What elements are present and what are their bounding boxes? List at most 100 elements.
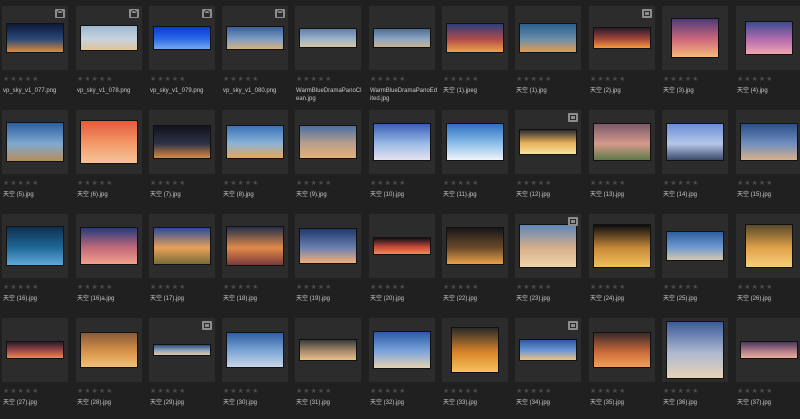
thumbnail-tile[interactable] (149, 110, 215, 174)
thumbnail-image[interactable] (519, 23, 577, 53)
star-rating[interactable]: ★★★★★ (370, 388, 406, 396)
thumbnail-image[interactable] (373, 237, 431, 255)
thumbnail-image[interactable] (6, 226, 64, 266)
star-rating[interactable]: ★★★★★ (737, 284, 773, 292)
thumbnail-image[interactable] (153, 26, 211, 50)
thumbnail-image[interactable] (666, 321, 724, 379)
thumbnail-image[interactable] (299, 125, 357, 159)
star-rating[interactable]: ★★★★★ (223, 284, 259, 292)
thumbnail-tile[interactable] (149, 318, 215, 382)
thumbnail-cell[interactable]: ★★★★★ 天空 (35).jpg (589, 318, 655, 419)
thumbnail-cell[interactable]: ★★★★★ 天空 (27).jpg (2, 318, 68, 419)
star-rating[interactable]: ★★★★★ (370, 180, 406, 188)
thumbnail-image[interactable] (593, 123, 651, 161)
thumbnail-tile[interactable] (149, 6, 215, 70)
thumbnail-cell[interactable]: ★★★★★ 天空 (33).jpg (442, 318, 508, 419)
thumbnail-image[interactable] (299, 228, 357, 264)
thumbnail-tile[interactable] (222, 6, 288, 70)
thumbnail-cell[interactable]: ★★★★★ 天空 (34).jpg (515, 318, 581, 419)
thumbnail-image[interactable] (740, 341, 798, 359)
thumbnail-tile[interactable] (515, 110, 581, 174)
thumbnail-cell[interactable]: ★★★★★ WarmBlueDramaPanoClean.jpg (295, 6, 361, 107)
thumbnail-tile[interactable] (442, 318, 508, 382)
thumbnail-tile[interactable] (736, 214, 800, 278)
thumbnail-tile[interactable] (76, 6, 142, 70)
thumbnail-tile[interactable] (222, 318, 288, 382)
thumbnail-tile[interactable] (295, 110, 361, 174)
thumbnail-cell[interactable]: ★★★★★ 天空 (6).jpg (76, 110, 142, 211)
thumbnail-tile[interactable] (76, 214, 142, 278)
thumbnail-image[interactable] (446, 123, 504, 161)
thumbnail-image[interactable] (446, 227, 504, 265)
thumbnail-image[interactable] (80, 120, 138, 164)
thumbnail-tile[interactable] (295, 6, 361, 70)
thumbnail-image[interactable] (80, 332, 138, 368)
thumbnail-tile[interactable] (662, 318, 728, 382)
star-rating[interactable]: ★★★★★ (223, 180, 259, 188)
thumbnail-tile[interactable] (442, 214, 508, 278)
thumbnail-cell[interactable]: ★★★★★ 天空 (22).jpg (442, 214, 508, 315)
thumbnail-image[interactable] (671, 18, 719, 58)
star-rating[interactable]: ★★★★★ (223, 388, 259, 396)
thumbnail-cell[interactable]: ★★★★★ 天空 (1).jpg (515, 6, 581, 107)
thumbnail-image[interactable] (153, 344, 211, 356)
thumbnail-cell[interactable]: ★★★★★ 天空 (29).jpg (149, 318, 215, 419)
thumbnail-cell[interactable]: ★★★★★ WarmBlueDramaPanoEdited.jpg (369, 6, 437, 107)
thumbnail-tile[interactable] (2, 6, 68, 70)
thumbnail-tile[interactable] (222, 214, 288, 278)
thumbnail-cell[interactable]: ★★★★★ 天空 (12).jpg (515, 110, 581, 211)
thumbnail-tile[interactable] (589, 110, 655, 174)
star-rating[interactable]: ★★★★★ (590, 284, 626, 292)
star-rating[interactable]: ★★★★★ (516, 180, 552, 188)
thumbnail-tile[interactable] (369, 110, 435, 174)
thumbnail-cell[interactable]: ★★★★★ 天空 (4).jpg (736, 6, 800, 107)
thumbnail-image[interactable] (593, 27, 651, 49)
thumbnail-tile[interactable] (369, 6, 435, 70)
thumbnail-image[interactable] (226, 26, 284, 50)
thumbnail-image[interactable] (373, 123, 431, 161)
thumbnail-tile[interactable] (736, 110, 800, 174)
star-rating[interactable]: ★★★★★ (516, 284, 552, 292)
thumbnail-tile[interactable] (589, 6, 655, 70)
thumbnail-cell[interactable]: ★★★★★ 天空 (36).jpg (662, 318, 728, 419)
thumbnail-cell[interactable]: ★★★★★ 天空 (31).jpg (295, 318, 361, 419)
star-rating[interactable]: ★★★★★ (663, 388, 699, 396)
thumbnail-cell[interactable]: ★★★★★ vp_sky_v1_080.png (222, 6, 288, 107)
thumbnail-tile[interactable] (515, 6, 581, 70)
thumbnail-tile[interactable] (369, 318, 435, 382)
star-rating[interactable]: ★★★★★ (590, 388, 626, 396)
thumbnail-cell[interactable]: ★★★★★ 天空 (11).jpg (442, 110, 508, 211)
star-rating[interactable]: ★★★★★ (443, 76, 479, 84)
thumbnail-image[interactable] (80, 25, 138, 51)
thumbnail-cell[interactable]: ★★★★★ 天空 (15).jpg (736, 110, 800, 211)
thumbnail-tile[interactable] (589, 214, 655, 278)
thumbnail-image[interactable] (6, 122, 64, 162)
thumbnail-tile[interactable] (515, 318, 581, 382)
star-rating[interactable]: ★★★★★ (516, 76, 552, 84)
thumbnail-tile[interactable] (222, 110, 288, 174)
thumbnail-cell[interactable]: ★★★★★ 天空 (17).jpg (149, 214, 215, 315)
thumbnail-cell[interactable]: ★★★★★ 天空 (23).jpg (515, 214, 581, 315)
star-rating[interactable]: ★★★★★ (443, 388, 479, 396)
thumbnail-image[interactable] (226, 226, 284, 266)
thumbnail-cell[interactable]: ★★★★★ 天空 (9).jpg (295, 110, 361, 211)
thumbnail-cell[interactable]: ★★★★★ 天空 (32).jpg (369, 318, 435, 419)
star-rating[interactable]: ★★★★★ (663, 180, 699, 188)
thumbnail-tile[interactable] (76, 318, 142, 382)
thumbnail-tile[interactable] (515, 214, 581, 278)
star-rating[interactable]: ★★★★★ (296, 76, 332, 84)
thumbnail-image[interactable] (519, 339, 577, 361)
star-rating[interactable]: ★★★★★ (223, 76, 259, 84)
thumbnail-cell[interactable]: ★★★★★ vp_sky_v1_077.png (2, 6, 68, 107)
thumbnail-image[interactable] (666, 231, 724, 261)
thumbnail-cell[interactable]: ★★★★★ 天空 (20).jpg (369, 214, 435, 315)
thumbnail-tile[interactable] (295, 318, 361, 382)
thumbnail-image[interactable] (666, 123, 724, 161)
thumbnail-image[interactable] (6, 23, 64, 53)
thumbnail-tile[interactable] (369, 214, 435, 278)
thumbnail-tile[interactable] (736, 318, 800, 382)
thumbnail-tile[interactable] (662, 110, 728, 174)
thumbnail-tile[interactable] (736, 6, 800, 70)
thumbnail-cell[interactable]: ★★★★★ 天空 (19).jpg (295, 214, 361, 315)
star-rating[interactable]: ★★★★★ (296, 388, 332, 396)
